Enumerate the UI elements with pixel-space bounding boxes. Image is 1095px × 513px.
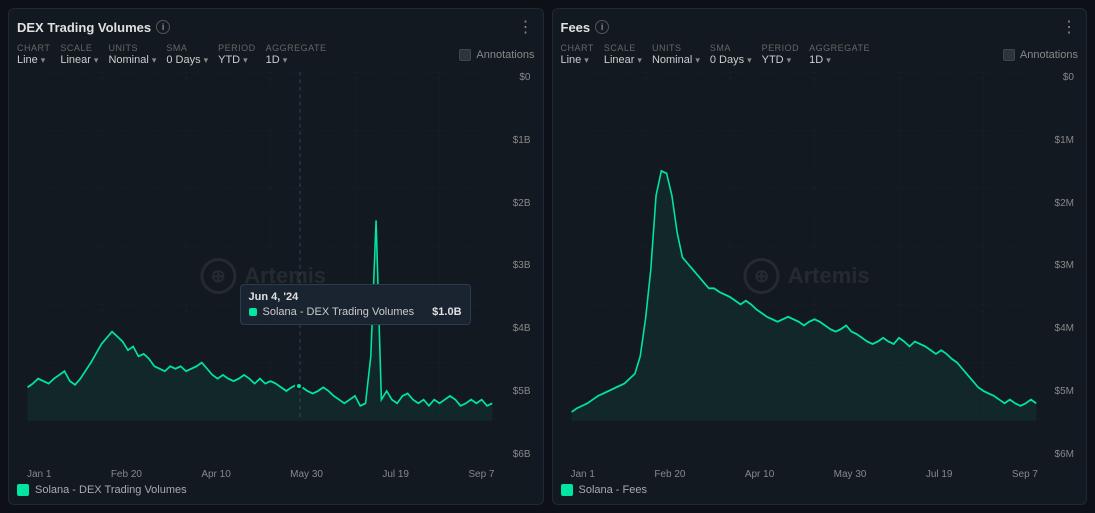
- sma-select-2[interactable]: 0 Days ▾: [710, 54, 752, 66]
- aggregate-select[interactable]: 1D ▾: [266, 54, 327, 66]
- chart-label-2: CHART: [561, 43, 594, 53]
- crosshair-dot: [295, 382, 303, 390]
- aggregate-arrow: ▾: [283, 55, 288, 66]
- sma-arrow: ▾: [204, 55, 209, 66]
- chart-value: Line: [17, 54, 38, 66]
- annotations-toggle[interactable]: Annotations: [459, 49, 534, 61]
- scale-value: Linear: [60, 54, 91, 66]
- units-control-2: UNITS Nominal ▾: [652, 43, 700, 66]
- aggregate-value-2: 1D: [809, 54, 823, 66]
- aggregate-label-2: AGGREGATE: [809, 43, 870, 53]
- sma-label: SMA: [166, 43, 208, 53]
- sma-control: SMA 0 Days ▾: [166, 43, 208, 66]
- dots-menu[interactable]: ⋮: [518, 17, 535, 37]
- annotations-toggle-2[interactable]: Annotations: [1003, 49, 1078, 61]
- period-arrow: ▾: [243, 55, 248, 66]
- scale-value-2: Linear: [604, 54, 635, 66]
- units-select-2[interactable]: Nominal ▾: [652, 54, 700, 66]
- scale-select-2[interactable]: Linear ▾: [604, 54, 642, 66]
- period-label: PERIOD: [218, 43, 256, 53]
- aggregate-label: AGGREGATE: [266, 43, 327, 53]
- annotations-label: Annotations: [476, 49, 534, 61]
- legend-2: Solana - Fees: [561, 484, 1079, 496]
- legend-dot: [17, 484, 29, 496]
- units-select[interactable]: Nominal ▾: [108, 54, 156, 66]
- period-control-2: PERIOD YTD ▾: [762, 43, 800, 66]
- period-label-2: PERIOD: [762, 43, 800, 53]
- period-select-2[interactable]: YTD ▾: [762, 54, 800, 66]
- period-value: YTD: [218, 54, 240, 66]
- annotations-checkbox[interactable]: [459, 49, 471, 61]
- scale-arrow-2: ▾: [637, 55, 642, 66]
- dex-volumes-panel: DEX Trading Volumes i ⋮ CHART Line ▾ SCA…: [8, 8, 544, 505]
- sma-arrow-2: ▾: [747, 55, 752, 66]
- sma-select[interactable]: 0 Days ▾: [166, 54, 208, 66]
- y-axis-labels-2: $6M $5M $4M $3M $2M $1M $0: [1055, 72, 1076, 460]
- aggregate-arrow-2: ▾: [826, 55, 831, 66]
- scale-label-2: SCALE: [604, 43, 642, 53]
- info-icon-2[interactable]: i: [595, 20, 609, 34]
- panel-title-2: Fees i: [561, 20, 610, 35]
- units-label: UNITS: [108, 43, 156, 53]
- sma-value: 0 Days: [166, 54, 200, 66]
- chart-select-2[interactable]: Line ▾: [561, 54, 594, 66]
- chart-arrow: ▾: [41, 55, 46, 66]
- period-control: PERIOD YTD ▾: [218, 43, 256, 66]
- period-arrow-2: ▾: [787, 55, 792, 66]
- chart-area-1[interactable]: ⊕ Artemis $6M $5M $4M $3M $2M $1M $0: [561, 72, 1079, 480]
- chart-svg: [17, 72, 535, 480]
- units-control: UNITS Nominal ▾: [108, 43, 156, 66]
- scale-select[interactable]: Linear ▾: [60, 54, 98, 66]
- controls-row-2: CHART Line ▾ SCALE Linear ▾ UNITS Nomina…: [561, 43, 1079, 66]
- scale-label: SCALE: [60, 43, 98, 53]
- chart-control: CHART Line ▾: [17, 43, 50, 66]
- aggregate-control-2: AGGREGATE 1D ▾: [809, 43, 870, 66]
- period-select[interactable]: YTD ▾: [218, 54, 256, 66]
- scale-control: SCALE Linear ▾: [60, 43, 98, 66]
- units-arrow: ▾: [152, 55, 157, 66]
- chart-label: CHART: [17, 43, 50, 53]
- panel-title: DEX Trading Volumes i: [17, 20, 170, 35]
- legend-label-2: Solana - Fees: [579, 484, 647, 496]
- annotations-label-2: Annotations: [1020, 49, 1078, 61]
- aggregate-control: AGGREGATE 1D ▾: [266, 43, 327, 66]
- scale-arrow: ▾: [94, 55, 99, 66]
- annotations-checkbox-2[interactable]: [1003, 49, 1015, 61]
- chart-svg-2: [561, 72, 1079, 480]
- panel-header: DEX Trading Volumes i ⋮: [17, 17, 535, 37]
- chart-select[interactable]: Line ▾: [17, 54, 50, 66]
- panel-header-2: Fees i ⋮: [561, 17, 1079, 37]
- period-value-2: YTD: [762, 54, 784, 66]
- aggregate-select-2[interactable]: 1D ▾: [809, 54, 870, 66]
- units-value: Nominal: [108, 54, 148, 66]
- x-axis-labels-2: Jan 1 Feb 20 Apr 10 May 30 Jul 19 Sep 7: [571, 469, 1039, 480]
- scale-control-2: SCALE Linear ▾: [604, 43, 642, 66]
- y-axis-labels: $6B $5B $4B $3B $2B $1B $0: [513, 72, 533, 460]
- legend-dot-2: [561, 484, 573, 496]
- legend-label: Solana - DEX Trading Volumes: [35, 484, 187, 496]
- fees-panel: Fees i ⋮ CHART Line ▾ SCALE Linear ▾ UNI…: [552, 8, 1088, 505]
- sma-control-2: SMA 0 Days ▾: [710, 43, 752, 66]
- chart-value-2: Line: [561, 54, 582, 66]
- chart-arrow-2: ▾: [584, 55, 589, 66]
- units-value-2: Nominal: [652, 54, 692, 66]
- dots-menu-2[interactable]: ⋮: [1061, 17, 1078, 37]
- panel-title-text-2: Fees: [561, 20, 591, 35]
- units-arrow-2: ▾: [695, 55, 700, 66]
- sma-label-2: SMA: [710, 43, 752, 53]
- chart-control-2: CHART Line ▾: [561, 43, 594, 66]
- chart-area-0[interactable]: ⊕ Artemis $6B $5B $4B $3B $2B: [17, 72, 535, 480]
- panel-title-text: DEX Trading Volumes: [17, 20, 151, 35]
- legend: Solana - DEX Trading Volumes: [17, 484, 535, 496]
- info-icon[interactable]: i: [156, 20, 170, 34]
- aggregate-value: 1D: [266, 54, 280, 66]
- units-label-2: UNITS: [652, 43, 700, 53]
- controls-row: CHART Line ▾ SCALE Linear ▾ UNITS Nomina…: [17, 43, 535, 66]
- x-axis-labels: Jan 1 Feb 20 Apr 10 May 30 Jul 19 Sep 7: [27, 469, 495, 480]
- sma-value-2: 0 Days: [710, 54, 744, 66]
